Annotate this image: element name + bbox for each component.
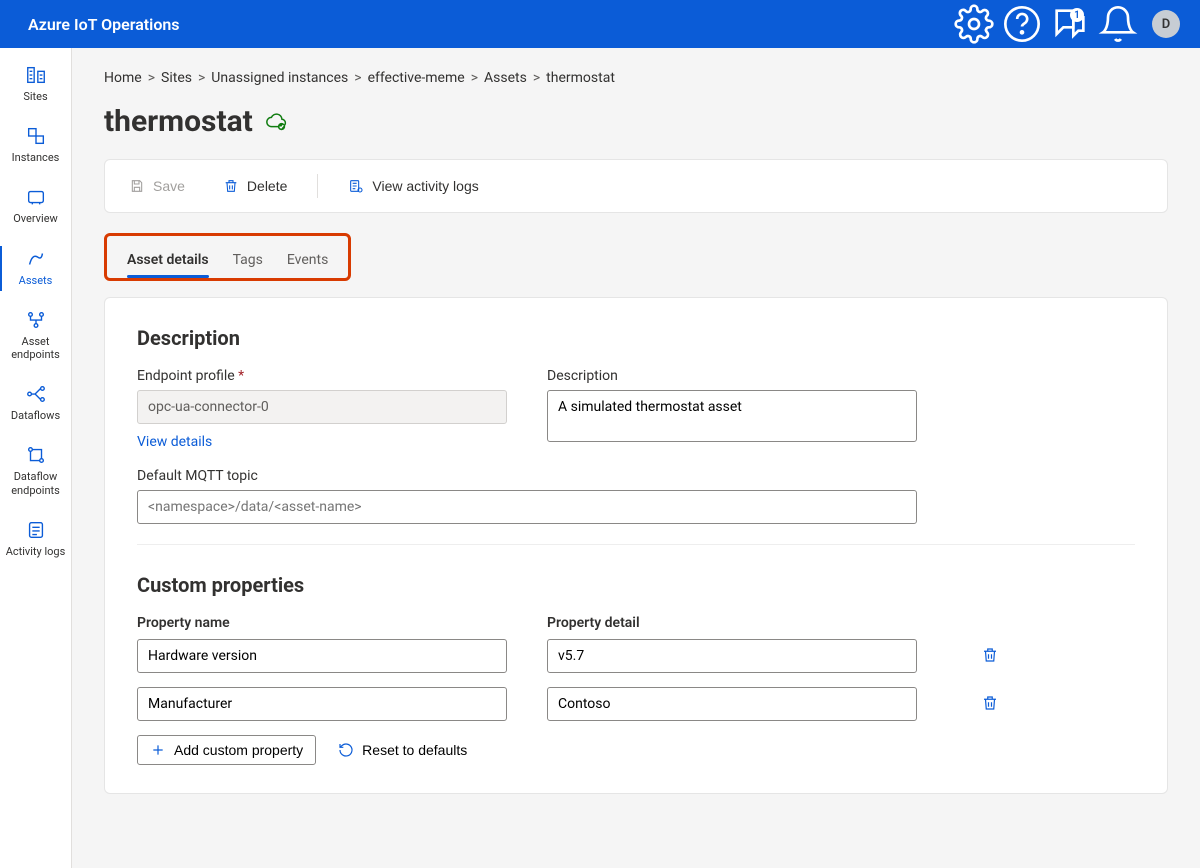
nav-activity-logs[interactable]: Activity logs — [0, 509, 71, 570]
crumb-effective-meme[interactable]: effective-meme — [368, 70, 465, 86]
property-name-input[interactable] — [137, 639, 507, 673]
app-title: Azure IoT Operations — [28, 15, 180, 34]
nav-dataflow-endpoints[interactable]: Dataflow endpoints — [0, 434, 71, 508]
view-details-link[interactable]: View details — [137, 434, 212, 450]
sites-icon — [25, 64, 47, 86]
nav-dataflows[interactable]: Dataflows — [0, 373, 71, 434]
view-activity-logs-button[interactable]: View activity logs — [340, 172, 486, 200]
property-name-header: Property name — [137, 615, 507, 631]
settings-icon[interactable] — [954, 4, 994, 44]
tab-asset-details[interactable]: Asset details — [127, 246, 209, 278]
action-bar: Save Delete View activity logs — [104, 159, 1168, 213]
save-button: Save — [121, 172, 193, 200]
overview-icon — [25, 186, 47, 208]
mqtt-topic-label: Default MQTT topic — [137, 468, 917, 484]
notification-badge: 1 — [1070, 8, 1084, 22]
tab-events[interactable]: Events — [287, 246, 328, 278]
cloud-sync-icon — [265, 111, 287, 133]
reset-defaults-button[interactable]: Reset to defaults — [334, 735, 479, 765]
crumb-assets[interactable]: Assets — [484, 70, 527, 86]
notifications-icon[interactable] — [1098, 4, 1138, 44]
description-label: Description — [547, 368, 917, 384]
breadcrumb: Home > Sites > Unassigned instances > ef… — [104, 70, 1168, 86]
help-icon[interactable] — [1002, 4, 1042, 44]
feedback-icon[interactable]: 1 — [1050, 4, 1090, 44]
top-bar: Azure IoT Operations 1 D — [0, 0, 1200, 48]
property-detail-input[interactable] — [547, 687, 917, 721]
nav-assets[interactable]: Assets — [0, 238, 71, 299]
endpoint-profile-input — [137, 390, 507, 424]
nav-asset-endpoints[interactable]: Asset endpoints — [0, 299, 71, 373]
crumb-current: thermostat — [546, 70, 615, 86]
assets-icon — [25, 248, 47, 270]
activity-logs-icon — [25, 519, 47, 541]
description-section-title: Description — [137, 326, 1135, 350]
crumb-sites[interactable]: Sites — [161, 70, 192, 86]
nav-instances[interactable]: Instances — [0, 115, 71, 176]
page-title: thermostat — [104, 104, 253, 139]
tabs-highlight-box: Asset details Tags Events — [104, 233, 351, 281]
details-card: Description Endpoint profile * View deta… — [104, 297, 1168, 794]
crumb-home[interactable]: Home — [104, 70, 142, 86]
property-name-input[interactable] — [137, 687, 507, 721]
delete-property-button[interactable] — [977, 690, 1003, 719]
description-input[interactable]: A simulated thermostat asset — [547, 390, 917, 442]
add-custom-property-button[interactable]: Add custom property — [137, 735, 316, 765]
instances-icon — [25, 125, 47, 147]
custom-property-row — [137, 639, 1135, 673]
delete-property-button[interactable] — [977, 642, 1003, 671]
dataflow-endpoints-icon — [25, 444, 47, 466]
user-avatar[interactable]: D — [1152, 10, 1180, 38]
nav-overview[interactable]: Overview — [0, 176, 71, 237]
delete-button[interactable]: Delete — [215, 172, 295, 200]
asset-endpoints-icon — [25, 309, 47, 331]
custom-property-row — [137, 687, 1135, 721]
mqtt-topic-input[interactable] — [137, 490, 917, 524]
custom-properties-title: Custom properties — [137, 573, 1135, 597]
main-content: Home > Sites > Unassigned instances > ef… — [72, 48, 1200, 868]
tab-tags[interactable]: Tags — [233, 246, 263, 278]
dataflows-icon — [25, 383, 47, 405]
top-actions: 1 D — [954, 4, 1180, 44]
endpoint-profile-label: Endpoint profile * — [137, 368, 507, 384]
property-detail-header: Property detail — [547, 615, 917, 631]
property-detail-input[interactable] — [547, 639, 917, 673]
left-nav: Sites Instances Overview Assets Asset en… — [0, 48, 72, 868]
crumb-unassigned[interactable]: Unassigned instances — [211, 70, 348, 86]
nav-sites[interactable]: Sites — [0, 54, 71, 115]
